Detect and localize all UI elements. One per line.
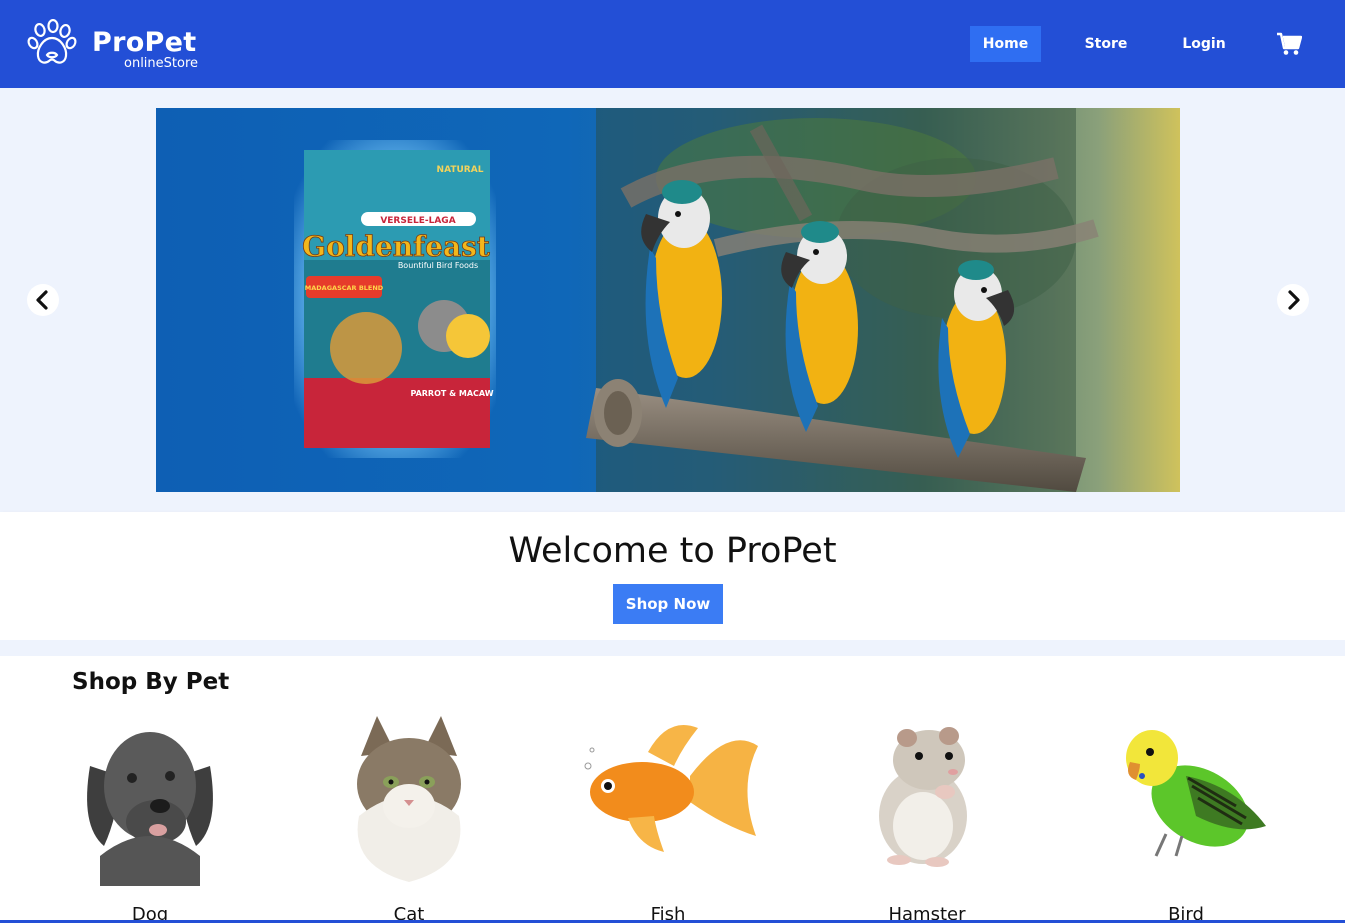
section-divider	[0, 640, 1345, 656]
cart-icon[interactable]	[1276, 32, 1302, 56]
pet-card-cat[interactable]: Cat	[314, 706, 504, 923]
nav-home[interactable]: Home	[970, 26, 1041, 62]
banner-image: VERSELE-LAGA Goldenfeast Bountiful Bird …	[156, 108, 1180, 492]
carousel-slide[interactable]: VERSELE-LAGA Goldenfeast Bountiful Bird …	[156, 108, 1180, 492]
cat-image	[329, 716, 489, 882]
shop-by-pet-section: Shop By Pet Dog Cat Fish Hamster Bird	[0, 656, 1345, 923]
chevron-right-icon	[1288, 290, 1300, 310]
product-name: Goldenfeast	[302, 230, 490, 263]
paw-icon[interactable]	[27, 19, 77, 69]
brand-tagline: onlineStore	[124, 56, 199, 71]
fish-image	[584, 725, 758, 852]
brand-name[interactable]: ProPet	[92, 27, 196, 59]
welcome-section: Welcome to ProPet Shop Now	[0, 512, 1345, 640]
site-header: ProPet onlineStore Home Store Login	[0, 0, 1345, 88]
shop-now-button[interactable]: Shop Now	[613, 584, 723, 624]
dog-image	[64, 710, 236, 886]
product-badge: MADAGASCAR BLEND	[305, 284, 384, 292]
carousel-next-button[interactable]	[1277, 284, 1309, 316]
welcome-title: Welcome to ProPet	[508, 531, 837, 571]
section-title: Shop By Pet	[72, 669, 230, 695]
pet-card-fish[interactable]: Fish	[573, 706, 763, 923]
chevron-left-icon	[36, 290, 48, 310]
pet-card-bird[interactable]: Bird	[1091, 706, 1281, 923]
carousel-prev-button[interactable]	[27, 284, 59, 316]
hamster-image	[879, 727, 967, 867]
product-tag: NATURAL	[437, 165, 484, 175]
product-variant: PARROT & MACAW	[410, 389, 493, 398]
nav-store[interactable]: Store	[1072, 26, 1140, 62]
pet-card-dog[interactable]: Dog	[55, 706, 245, 923]
bird-image	[1126, 730, 1266, 857]
product-subtitle: Bountiful Bird Foods	[398, 261, 478, 270]
pet-card-hamster[interactable]: Hamster	[832, 706, 1022, 923]
nav-login[interactable]: Login	[1168, 26, 1240, 62]
product-brand: VERSELE-LAGA	[380, 216, 455, 226]
